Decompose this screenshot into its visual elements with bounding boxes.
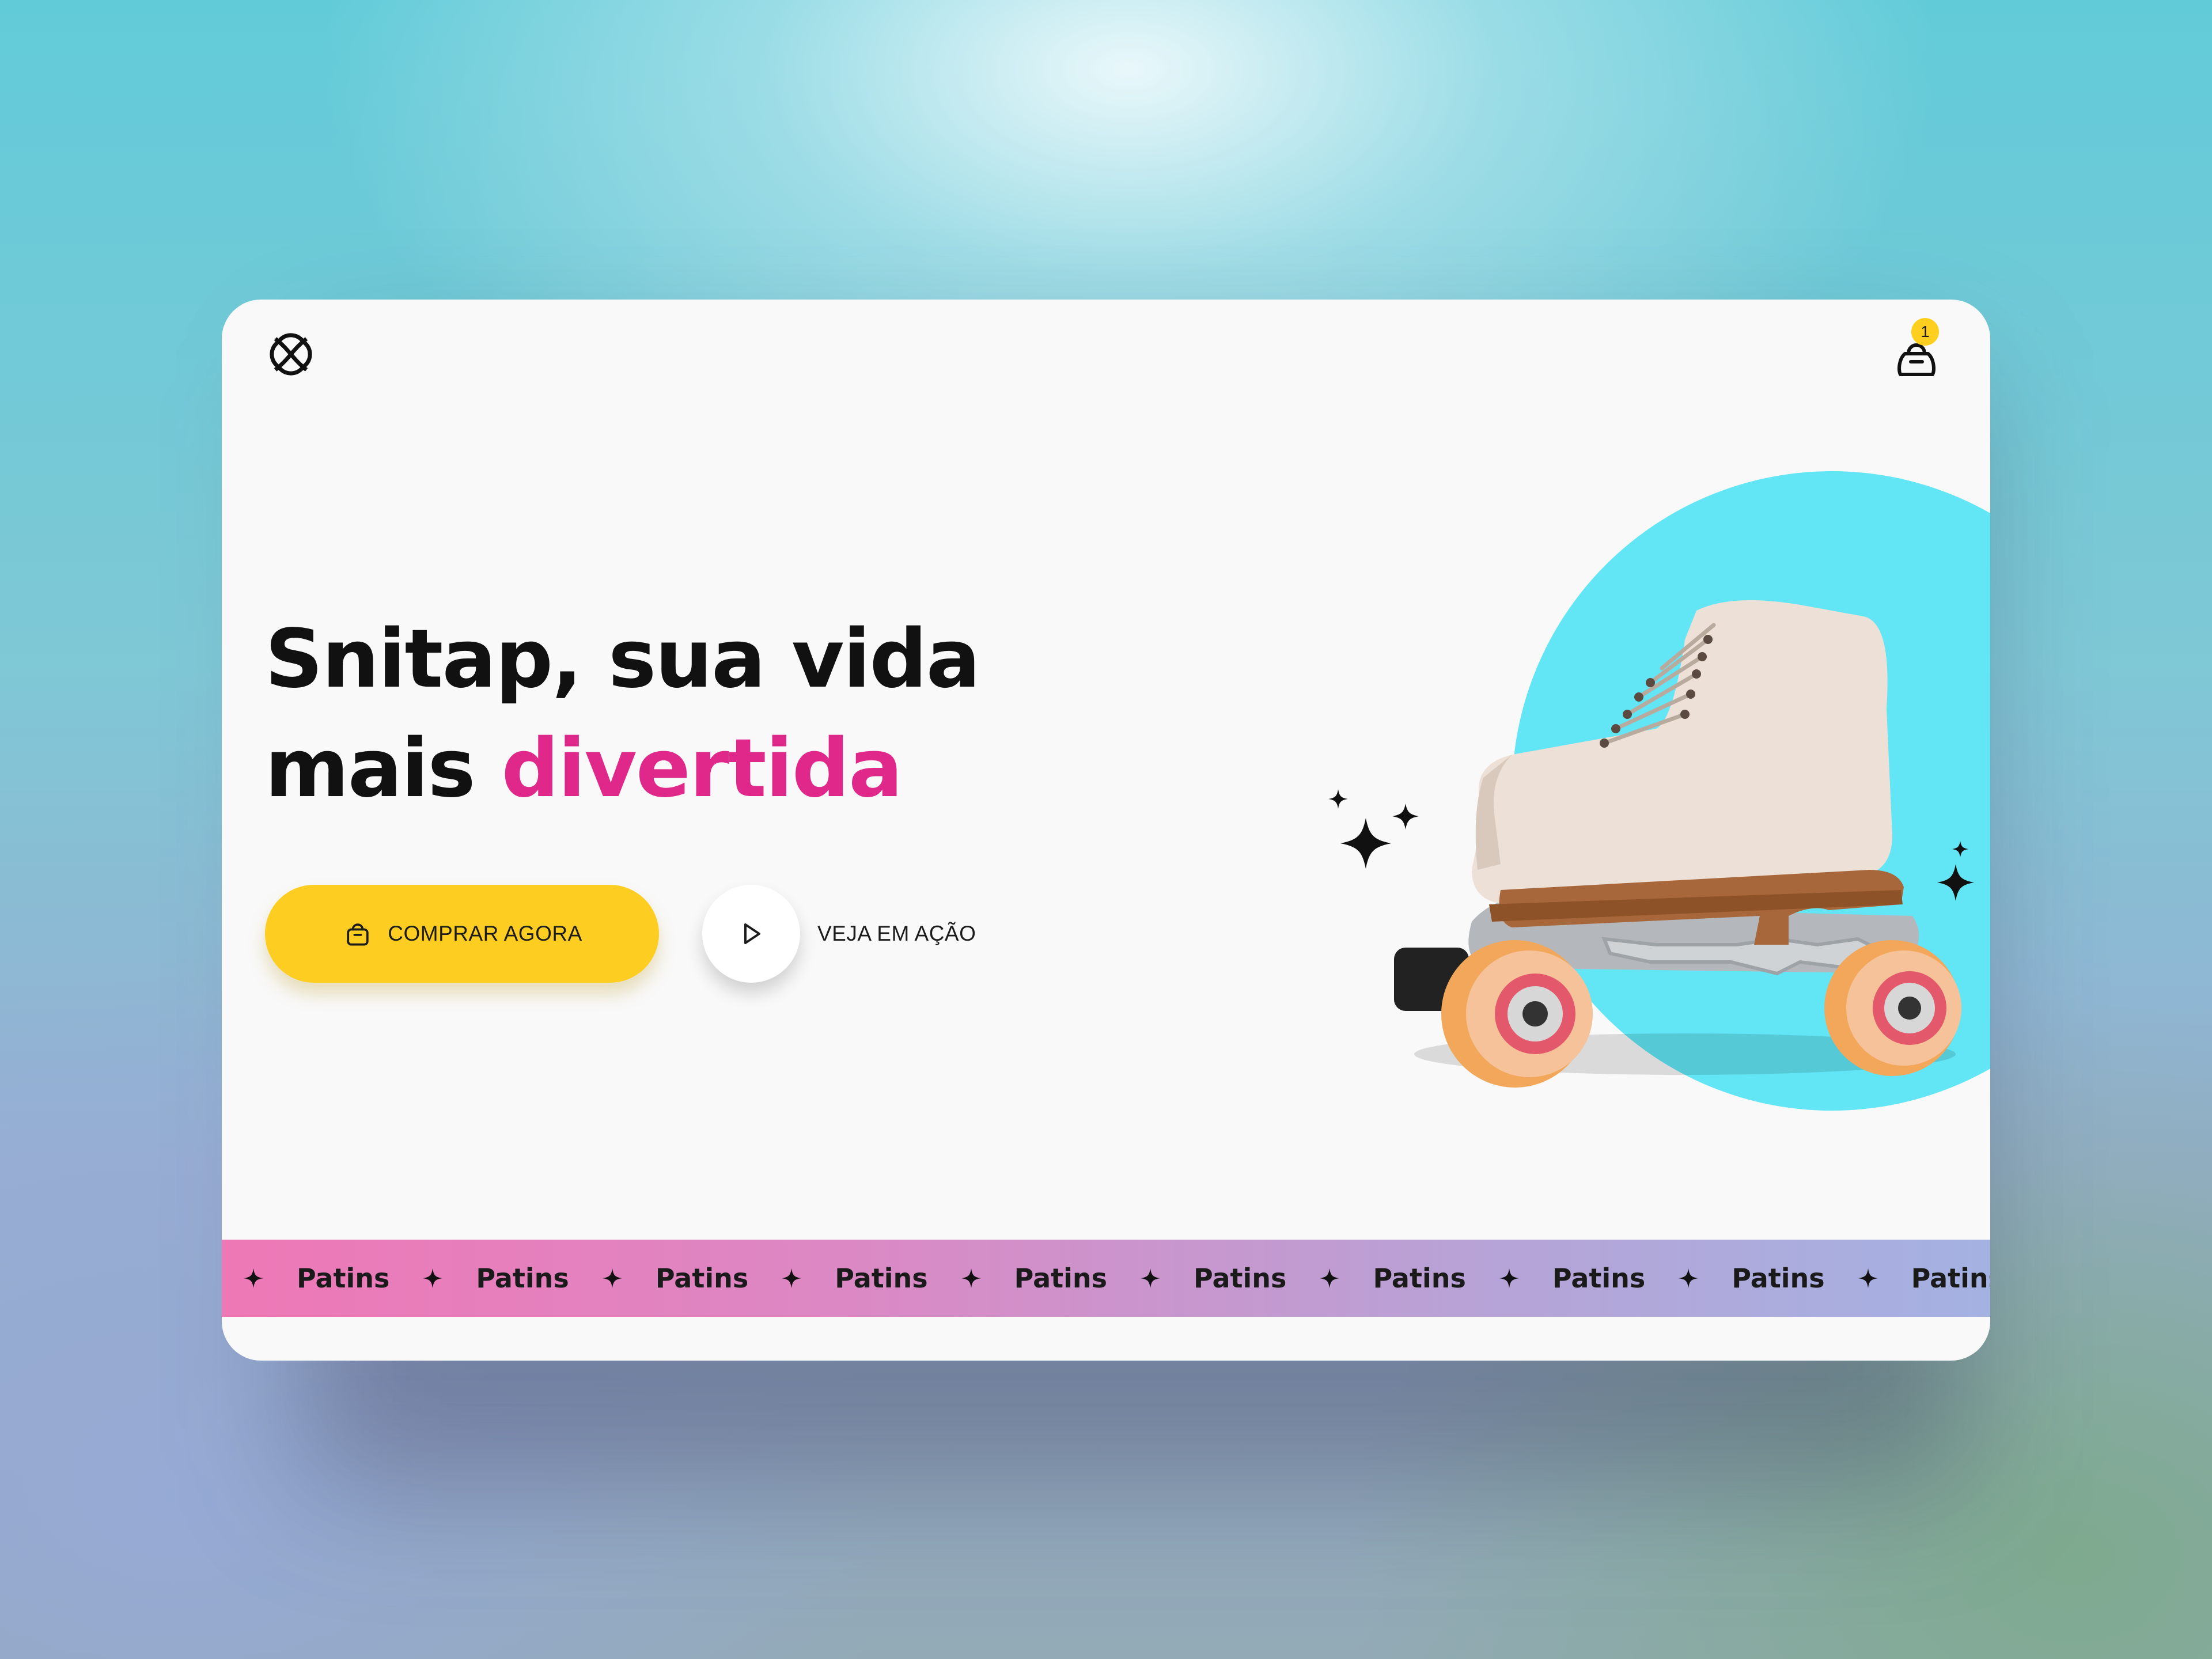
product-illustration <box>1328 471 1990 1111</box>
watch-in-action-button[interactable]: VEJA EM AÇÃO <box>702 885 976 983</box>
sparkle-icon <box>423 1268 443 1289</box>
marquee-word: Patins <box>655 1263 749 1294</box>
hero-title-plain: mais <box>265 722 476 816</box>
marquee-word: Patins <box>476 1263 569 1294</box>
marquee-word: Patins <box>1732 1263 1825 1294</box>
buy-now-button[interactable]: COMPRAR AGORA <box>265 885 659 983</box>
sparkle-icon <box>961 1268 981 1289</box>
marquee-word: Patins <box>1911 1263 1990 1294</box>
sparkle-icon <box>243 1268 264 1289</box>
sparkle-icon <box>1858 1268 1878 1289</box>
sparkle-icon <box>782 1268 802 1289</box>
category-marquee: Patins Patins Patins Patins Patins Patins Pati… <box>222 1240 1990 1317</box>
sparkle-icon <box>1679 1268 1699 1289</box>
hero-title-line1: Snitap, sua vida <box>265 612 980 706</box>
marquee-word: Patins <box>1014 1263 1108 1294</box>
marquee-word: Patins <box>835 1263 928 1294</box>
shopping-bag-icon <box>347 923 369 946</box>
marquee-track: Patins Patins Patins Patins Patins Patins Pati… <box>222 1240 1990 1317</box>
sparkle-icon <box>1140 1268 1161 1289</box>
landing-card: 1 Snitap, sua vida mais divertida COMPRA… <box>222 300 1990 1361</box>
marquee-word: Patins <box>1552 1263 1646 1294</box>
sparkle-icon <box>1320 1268 1340 1289</box>
play-button[interactable] <box>702 885 800 983</box>
sparkle-icon <box>602 1268 622 1289</box>
marquee-word: Patins <box>1373 1263 1466 1294</box>
hero-title-accent: divertida <box>501 722 903 816</box>
cart-count-badge: 1 <box>1911 318 1939 346</box>
hero-title: Snitap, sua vida mais divertida <box>265 605 980 824</box>
brand-logo-icon[interactable] <box>265 328 317 380</box>
marquee-word: Patins <box>1194 1263 1287 1294</box>
sparkle-icon <box>1499 1268 1519 1289</box>
marquee-word: Patins <box>297 1263 390 1294</box>
watch-in-action-label: VEJA EM AÇÃO <box>817 922 976 945</box>
buy-now-label: COMPRAR AGORA <box>388 922 582 945</box>
play-icon <box>744 923 760 944</box>
